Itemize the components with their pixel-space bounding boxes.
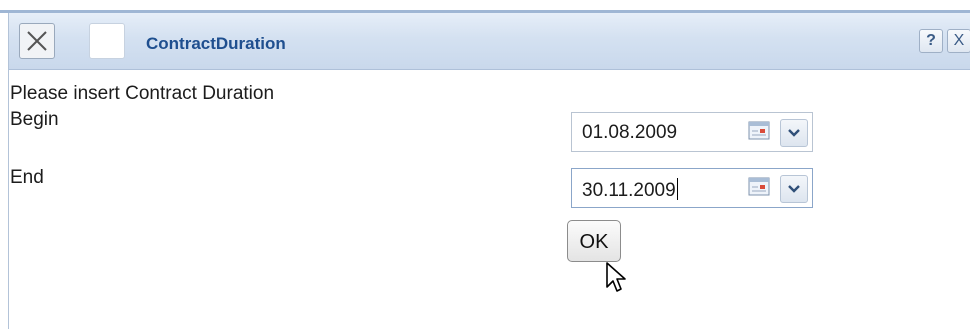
calendar-icon <box>748 177 770 196</box>
dialog-title: ContractDuration <box>146 34 286 53</box>
chevron-down-icon <box>788 129 800 137</box>
begin-calendar-button[interactable] <box>748 121 772 141</box>
contract-duration-dialog: ContractDuration ? X Please insert Contr… <box>8 13 970 329</box>
instruction-text: Please insert Contract Duration <box>10 83 275 104</box>
begin-label: Begin <box>10 109 59 130</box>
close-button[interactable]: X <box>947 29 970 53</box>
end-label: End <box>10 167 44 188</box>
help-button[interactable]: ? <box>919 29 943 53</box>
end-dropdown-button[interactable] <box>780 175 808 203</box>
text-caret <box>676 178 678 200</box>
begin-date-field[interactable]: 01.08.2009 <box>571 112 813 152</box>
close-dialog-button[interactable] <box>19 23 55 59</box>
calendar-icon <box>748 121 770 140</box>
end-date-text: 30.11.2009 <box>582 180 676 201</box>
close-icon <box>27 31 47 51</box>
end-date-value[interactable]: 30.11.2009 <box>582 178 678 202</box>
begin-dropdown-button[interactable] <box>780 119 808 147</box>
end-calendar-button[interactable] <box>748 177 772 197</box>
mouse-pointer-icon <box>606 262 626 292</box>
end-date-field[interactable]: 30.11.2009 <box>571 168 813 208</box>
chevron-down-icon <box>788 185 800 193</box>
dialog-titlebar: ContractDuration ? X <box>9 13 970 70</box>
dialog-icon-placeholder <box>89 23 125 59</box>
begin-date-value[interactable]: 01.08.2009 <box>582 122 677 144</box>
ok-button[interactable]: OK <box>567 220 621 262</box>
